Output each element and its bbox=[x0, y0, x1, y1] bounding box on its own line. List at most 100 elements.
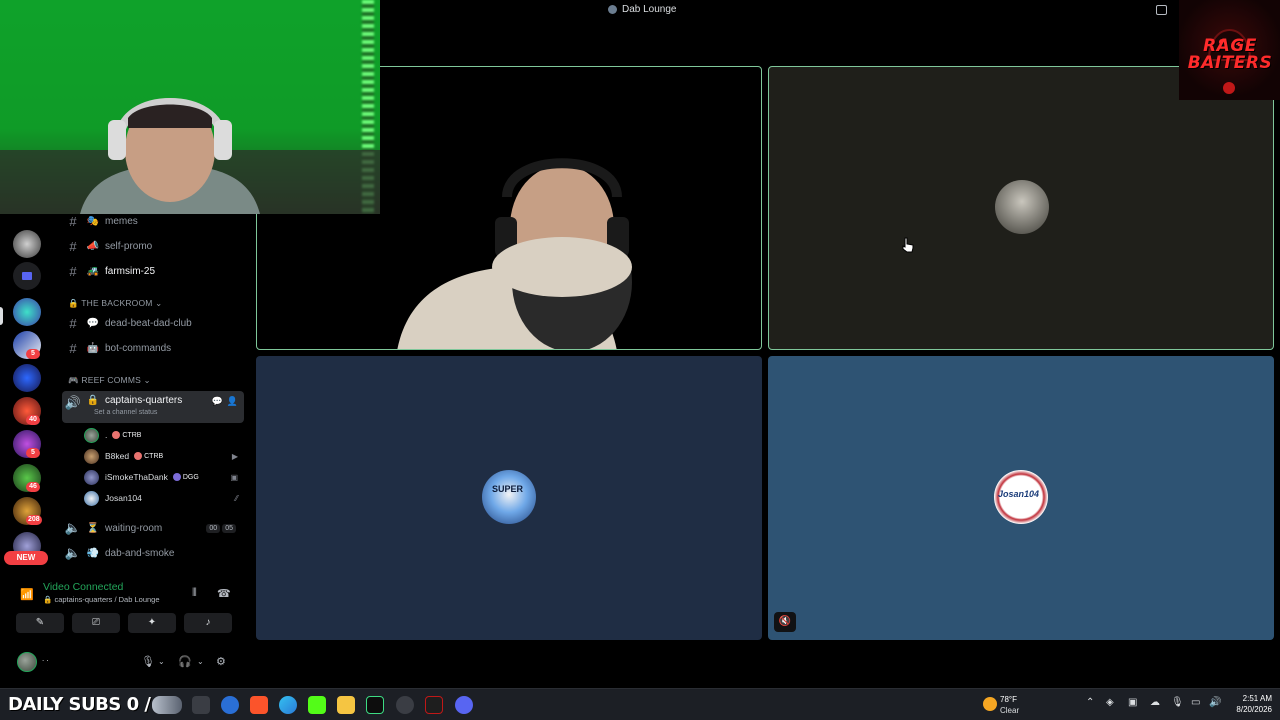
window-title: Dab Lounge bbox=[608, 4, 677, 15]
badge: 5 bbox=[26, 349, 40, 359]
hash-icon: # bbox=[69, 263, 77, 279]
channel-status-hint[interactable]: Set a channel status bbox=[94, 409, 157, 416]
voice-status[interactable]: Video Connected bbox=[43, 581, 123, 593]
system-clock[interactable]: 2:51 AM 8/20/2026 bbox=[1226, 693, 1272, 715]
hash-icon: # bbox=[69, 213, 77, 229]
headphones-icon[interactable]: 🎧 bbox=[178, 655, 192, 668]
browser-icon[interactable] bbox=[221, 696, 239, 714]
channel-bot-commands[interactable]: # 🤖 bot-commands bbox=[62, 338, 244, 358]
kick-icon[interactable] bbox=[308, 696, 326, 714]
activities-button[interactable]: ✦ bbox=[128, 613, 176, 633]
channel-label: waiting-room bbox=[105, 522, 163, 534]
channel-memes[interactable]: # 🎭 memes bbox=[62, 211, 244, 231]
server-icon-skull[interactable] bbox=[13, 230, 41, 258]
channel-emoji-icon: 📣 bbox=[86, 240, 100, 252]
microphone-icon[interactable]: 🎙 bbox=[141, 655, 155, 668]
voice-user-name: Josan104 bbox=[105, 493, 142, 503]
badge: 5 bbox=[26, 448, 40, 458]
category-backroom[interactable]: 🔒 THE BACKROOM ⌄ bbox=[68, 298, 162, 309]
mouse-cursor-icon bbox=[902, 237, 914, 253]
avatar[interactable] bbox=[17, 652, 37, 672]
channel-emoji-icon: 💨 bbox=[86, 547, 100, 559]
voice-user[interactable]: . CTRB bbox=[84, 425, 244, 445]
file-explorer-icon[interactable] bbox=[337, 696, 355, 714]
voice-user[interactable]: B8ked CTRB ▶ bbox=[84, 446, 244, 466]
voice-user-name: B8ked bbox=[105, 451, 130, 461]
gamepad-icon: 🎮 bbox=[68, 375, 79, 385]
user-name[interactable]: . . bbox=[42, 654, 49, 663]
voice-channel-captains-quarters[interactable]: 🔊 🔒 captains-quarters 💬 👤 Set a channel … bbox=[62, 391, 244, 423]
volume-icon[interactable]: 🔊 bbox=[1209, 697, 1221, 708]
invite-icon[interactable]: 👤 bbox=[227, 396, 238, 407]
voice-user-tag: CTRB bbox=[144, 452, 164, 460]
hourglass-icon: ⏳ bbox=[86, 522, 100, 534]
hash-icon: # bbox=[69, 340, 77, 356]
tray-app-icon[interactable]: ◈ bbox=[1106, 697, 1114, 708]
channel-emoji-icon: 🚜 bbox=[86, 265, 100, 277]
video-tile-avatar[interactable]: SUPER bbox=[256, 356, 762, 640]
camera-icon: ▶ bbox=[231, 451, 238, 461]
avatar bbox=[84, 448, 99, 464]
tag-icon bbox=[172, 473, 181, 481]
disconnect-icon[interactable]: ☎ bbox=[217, 587, 231, 600]
task-view-icon[interactable] bbox=[192, 696, 210, 714]
channel-self-promo[interactable]: # 📣 self-promo bbox=[62, 236, 244, 256]
chevron-down-icon[interactable]: ⌄ bbox=[197, 657, 204, 666]
weather-temp: 78°F bbox=[1000, 695, 1017, 704]
edge-icon[interactable] bbox=[279, 696, 297, 714]
channel-farmsim-25[interactable]: # 🚜 farmsim-25 bbox=[62, 261, 244, 281]
obs-icon[interactable] bbox=[396, 696, 414, 714]
server-icon-2[interactable] bbox=[13, 364, 41, 392]
lock-icon: 🔒 bbox=[86, 395, 100, 406]
soundboard-button[interactable]: ♪ bbox=[184, 613, 232, 633]
channel-label: dab-and-smoke bbox=[105, 547, 175, 559]
participant-avatar bbox=[995, 180, 1049, 234]
gear-icon[interactable]: ⚙ bbox=[216, 655, 226, 668]
voice-user-name: iSmokeThaDank bbox=[105, 472, 168, 482]
badge: 208 bbox=[26, 515, 42, 525]
chevron-down-icon[interactable]: ⌄ bbox=[158, 657, 165, 666]
connection-signal-icon[interactable]: 📶 bbox=[20, 588, 34, 601]
channel-label: captains-quarters bbox=[105, 395, 183, 406]
voice-user-name: . bbox=[105, 430, 108, 440]
app-icon-a[interactable] bbox=[366, 696, 384, 714]
app-icon-b[interactable] bbox=[425, 696, 443, 714]
rage-baiters-logo: RAGE BAITERS bbox=[1179, 0, 1280, 100]
network-icon[interactable]: ▭ bbox=[1191, 697, 1200, 708]
voice-user[interactable]: Josan104 ⁄⁄ bbox=[84, 488, 244, 508]
channel-dead-beat-dad-club[interactable]: # 💬 dead-beat-dad-club bbox=[62, 313, 244, 333]
lock-icon: 🔒 bbox=[68, 298, 79, 308]
avatar bbox=[84, 469, 99, 485]
onedrive-icon[interactable]: ☁ bbox=[1150, 697, 1160, 708]
tray-app-icon[interactable]: ▣ bbox=[1128, 697, 1137, 708]
badge: 46 bbox=[26, 482, 40, 492]
video-tile-avatar[interactable] bbox=[768, 66, 1274, 350]
brave-icon[interactable] bbox=[250, 696, 268, 714]
server-selected-pill bbox=[0, 307, 3, 325]
inbox-icon[interactable] bbox=[1156, 5, 1167, 15]
discord-app: Dab Lounge 5 40 5 46 208 NEW # 🎭 memes #… bbox=[0, 0, 1280, 688]
chat-icon[interactable]: 💬 bbox=[212, 396, 223, 407]
voice-channel-dab-and-smoke[interactable]: 🔈 💨 dab-and-smoke bbox=[62, 543, 244, 563]
channel-label: farmsim-25 bbox=[105, 265, 156, 277]
camera-off-button[interactable]: ✎ bbox=[16, 613, 64, 633]
server-icon-1[interactable] bbox=[13, 298, 41, 326]
channel-emoji-icon: 💬 bbox=[86, 317, 100, 329]
video-tile-avatar[interactable]: Josan104 🔇 bbox=[768, 356, 1274, 640]
folder-icon[interactable] bbox=[13, 262, 41, 290]
speaker-icon: 🔈 bbox=[64, 545, 82, 560]
screen-share-button[interactable]: ⎚ bbox=[72, 613, 120, 633]
category-reef-comms[interactable]: 🎮 REEF COMMS ⌄ bbox=[68, 375, 151, 386]
channel-emoji-icon: 🤖 bbox=[86, 342, 100, 354]
weather-widget[interactable]: 78°F Clear bbox=[983, 693, 1043, 717]
voice-user[interactable]: iSmokeThaDank DGG ▣ bbox=[84, 467, 244, 487]
noise-suppression-icon[interactable]: ⦀ bbox=[192, 587, 197, 600]
muted-icon: 🔇 bbox=[774, 612, 796, 632]
chevron-up-icon[interactable]: ⌃ bbox=[1086, 697, 1094, 708]
voice-connection-panel: 📶 Video Connected 🔒 captains-quarters / … bbox=[8, 576, 246, 636]
voice-channel-waiting-room[interactable]: 🔈 ⏳ waiting-room 00 05 bbox=[62, 518, 244, 538]
voice-location[interactable]: 🔒 captains-quarters / Dab Lounge bbox=[43, 595, 160, 604]
microphone-icon[interactable]: 🎙 bbox=[1171, 697, 1184, 708]
discord-icon[interactable] bbox=[455, 696, 473, 714]
badge: 40 bbox=[26, 415, 40, 425]
